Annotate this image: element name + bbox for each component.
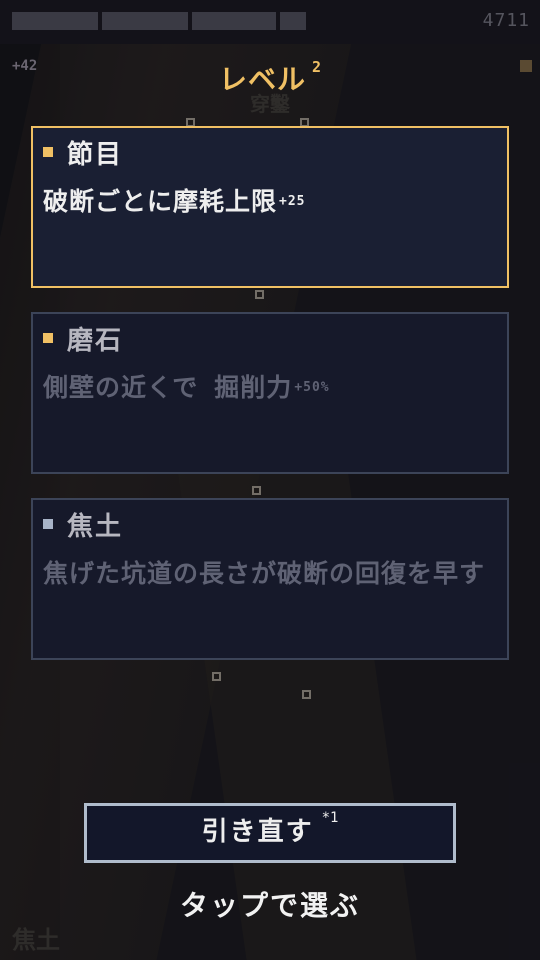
top-hud: 4711 <box>0 0 540 44</box>
upgrade-card-3[interactable]: 焦土 焦げた坑道の長さが破断の回復を早す <box>31 498 509 660</box>
card-title: 焦土 <box>67 511 124 542</box>
upgrade-card-2[interactable]: 磨石 側壁の近くで 掘削力 +50% <box>31 312 509 474</box>
tap-hint: タップで選ぶ <box>179 889 360 922</box>
progress-segment <box>280 12 306 30</box>
card-bonus: +50% <box>294 380 330 395</box>
rarity-icon <box>43 519 53 529</box>
card-desc-text: 焦げた坑道の長さが破断の回復を早す <box>43 559 486 588</box>
level-number: 2 <box>311 58 322 76</box>
card-desc-text: 破断ごとに摩耗上限 <box>43 187 278 216</box>
card-description: 側壁の近くで 掘削力 +50% <box>43 370 497 406</box>
card-header: 節目 <box>43 136 124 170</box>
card-description: 焦げた坑道の長さが破断の回復を早す <box>43 556 497 592</box>
rarity-icon <box>43 333 53 343</box>
progress-segment <box>102 12 188 30</box>
card-description: 破断ごとに摩耗上限 +25 <box>43 184 497 220</box>
card-bonus: +25 <box>279 194 306 209</box>
reroll-label: 引き直す <box>201 817 314 847</box>
card-title: 磨石 <box>67 325 124 356</box>
card-header: 焦土 <box>43 508 124 542</box>
reroll-button[interactable]: 引き直す *1 <box>84 803 456 863</box>
level-subtitle: 穿鑿 <box>250 92 290 116</box>
progress-segment <box>12 12 98 30</box>
card-header: 磨石 <box>43 322 124 356</box>
progress-segment <box>192 12 276 30</box>
rarity-icon <box>43 147 53 157</box>
card-title: 節目 <box>67 139 124 170</box>
hud-number: 4711 <box>482 10 530 31</box>
upgrade-card-1[interactable]: 節目 破断ごとに摩耗上限 +25 <box>31 126 509 288</box>
card-desc-text: 側壁の近くで 掘削力 <box>43 373 293 402</box>
zone-label: 焦土 <box>12 926 60 954</box>
reroll-count: *1 <box>321 810 339 826</box>
